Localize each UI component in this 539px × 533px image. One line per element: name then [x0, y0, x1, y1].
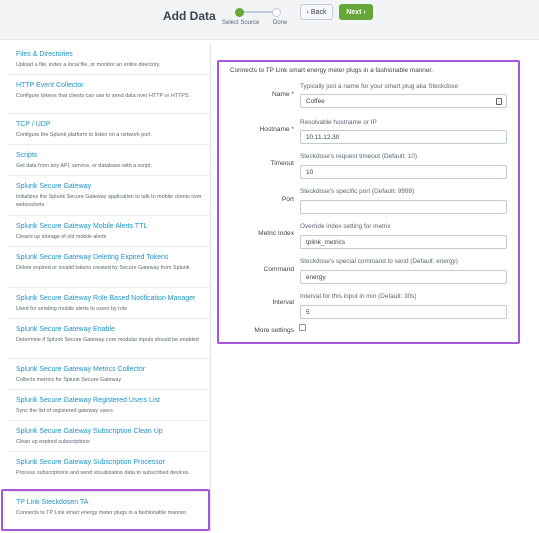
input-description: Connects to TP Link smart energy meter p… [230, 67, 433, 74]
source-title[interactable]: TCP / UDP [16, 120, 203, 129]
source-item[interactable]: Splunk Secure Gateway Metrics Collector … [8, 359, 211, 390]
selected-source-highlight [1, 489, 210, 531]
keyboard-icon[interactable]: ⋮ [496, 98, 502, 105]
source-title[interactable]: Splunk Secure Gateway Deleting Expired T… [16, 253, 203, 262]
source-desc: Delete expired or invalid tokens created… [16, 265, 190, 271]
command-help: Steckdose's special command to send (Def… [300, 258, 458, 265]
source-desc: Upload a file, index a local file, or mo… [16, 62, 161, 68]
source-desc: Used for sending mobile alerts to users … [16, 306, 128, 312]
hostname-label: Hostname * [259, 126, 294, 133]
timeout-input[interactable]: 10 [300, 165, 507, 179]
timeout-help: Steckdose's request timeout (Default: 10… [300, 153, 418, 160]
hostname-input-value: 10.11.12.30 [306, 133, 340, 141]
hostname-help: Resolvable hostname or IP [300, 119, 377, 126]
source-title[interactable]: Splunk Secure Gateway Role Based Notific… [16, 294, 203, 303]
source-item[interactable]: Splunk Secure Gateway Registered Users L… [8, 390, 211, 421]
source-title[interactable]: Splunk Secure Gateway Subscription Proce… [16, 458, 203, 467]
source-desc: Get data from any API, service, or datab… [16, 163, 153, 169]
hostname-input[interactable]: 10.11.12.30 [300, 130, 507, 144]
source-item[interactable]: Splunk Secure Gateway Role Based Notific… [8, 288, 211, 319]
name-help: Typically just a name for your smart plu… [300, 83, 459, 90]
port-label: Port [281, 196, 294, 203]
source-desc: Determine if Splunk Secure Gateway core … [16, 337, 199, 343]
step-done-label: Done [273, 20, 288, 26]
source-title[interactable]: Files & Directories [16, 50, 203, 59]
metric-index-help: Override index setting for metrix [300, 223, 391, 230]
source-title[interactable]: HTTP Event Collector [16, 81, 203, 90]
metric-index-label: Metric Index [258, 230, 294, 237]
command-label: Command [263, 266, 294, 273]
source-item[interactable]: Splunk Secure Gateway Mobile Alerts TTL … [8, 216, 211, 247]
source-title[interactable]: Splunk Secure Gateway Enable [16, 325, 203, 334]
source-desc: Sync the list of registered gateway user… [16, 408, 113, 414]
source-desc: Cleans up storage of old mobile alerts [16, 234, 107, 240]
source-desc: Initializes the Splunk Secure Gateway ap… [16, 194, 202, 208]
command-input[interactable]: energy [300, 270, 507, 284]
source-item[interactable]: HTTP Event Collector Configure tokens th… [8, 75, 211, 114]
source-title[interactable]: Scripts [16, 151, 203, 160]
interval-input[interactable]: 5 [300, 305, 507, 319]
command-input-value: energy [306, 273, 326, 281]
source-desc: Collects metrics for Splunk Secure Gatew… [16, 377, 122, 383]
page-title: Add Data [163, 9, 216, 23]
source-desc: Configure the Splunk platform to listen … [16, 132, 153, 138]
step-select-source-dot [235, 8, 244, 17]
source-item[interactable]: Scripts Get data from any API, service, … [8, 145, 211, 176]
back-button[interactable]: ‹ Back [300, 4, 333, 20]
source-desc: Clean up expired subscriptions [16, 439, 90, 445]
port-help: Steckdose's specific port (Default: 9999… [300, 188, 415, 195]
timeout-input-value: 10 [306, 168, 314, 176]
source-title[interactable]: Splunk Secure Gateway [16, 182, 203, 191]
source-item[interactable]: Files & Directories Upload a file, index… [8, 44, 211, 75]
source-list: Files & Directories Upload a file, index… [8, 44, 211, 533]
more-settings-label: More settings [254, 327, 294, 334]
source-item[interactable]: Splunk Secure Gateway Subscription Proce… [8, 452, 211, 492]
interval-input-value: 5 [306, 308, 310, 316]
name-input[interactable]: Coffee ⋮ [300, 94, 507, 108]
source-item[interactable]: Splunk Secure Gateway Initializes the Sp… [8, 176, 211, 216]
name-label: Name * [272, 91, 294, 98]
source-item[interactable]: TCP / UDP Configure the Splunk platform … [8, 114, 211, 145]
interval-help: Interval for this input in min (Default:… [300, 293, 417, 300]
next-button-label: Next [346, 8, 362, 16]
input-settings-panel: Connects to TP Link smart energy meter p… [217, 60, 520, 344]
source-item[interactable]: Splunk Secure Gateway Enable Determine i… [8, 319, 211, 359]
metric-index-input-value: tplink_metrics [306, 238, 346, 246]
source-title[interactable]: Splunk Secure Gateway Metrics Collector [16, 365, 203, 374]
wizard-steps: Select Source Done [222, 4, 292, 34]
source-title[interactable]: Splunk Secure Gateway Registered Users L… [16, 396, 203, 405]
step-done-dot [272, 8, 281, 17]
chevron-left-icon: ‹ [306, 8, 309, 16]
source-desc: Configure tokens that clients can use to… [16, 93, 190, 99]
back-button-label: Back [310, 8, 327, 16]
more-settings-checkbox[interactable] [299, 324, 306, 331]
metric-index-input[interactable]: tplink_metrics [300, 235, 507, 249]
wizard-header: Add Data Select Source Done ‹ Back Next … [0, 0, 539, 40]
source-item[interactable]: Splunk Secure Gateway Subscription Clean… [8, 421, 211, 452]
name-input-value: Coffee [306, 97, 325, 105]
step-select-source-label: Select Source [222, 20, 260, 26]
next-button[interactable]: Next › [339, 4, 373, 20]
source-title[interactable]: Splunk Secure Gateway Subscription Clean… [16, 427, 203, 436]
port-input[interactable] [300, 200, 507, 214]
source-title[interactable]: Splunk Secure Gateway Mobile Alerts TTL [16, 222, 203, 231]
chevron-right-icon: › [363, 8, 366, 16]
source-desc: Process subscriptions and send visualiza… [16, 470, 190, 476]
source-item[interactable]: Splunk Secure Gateway Deleting Expired T… [8, 247, 211, 288]
timeout-label: Timeout [270, 160, 294, 167]
interval-label: Interval [272, 299, 294, 306]
